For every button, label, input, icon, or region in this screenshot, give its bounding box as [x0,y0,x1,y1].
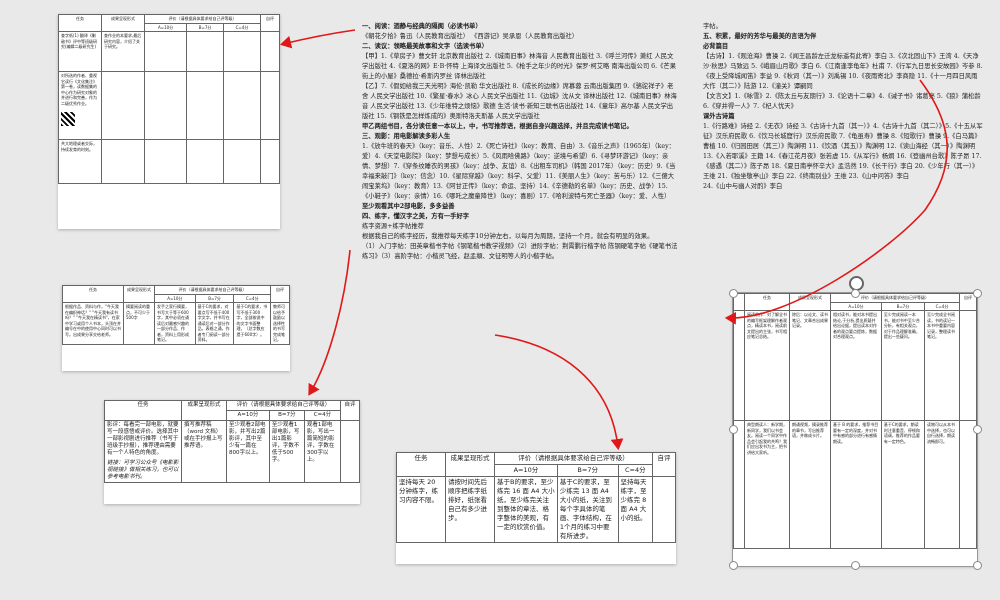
annotation-arrow [494,334,624,451]
annotation-arrow [308,249,351,396]
annotation-arrow [279,29,356,49]
annotation-arrow [724,79,948,325]
annotation-layer [279,29,948,451]
